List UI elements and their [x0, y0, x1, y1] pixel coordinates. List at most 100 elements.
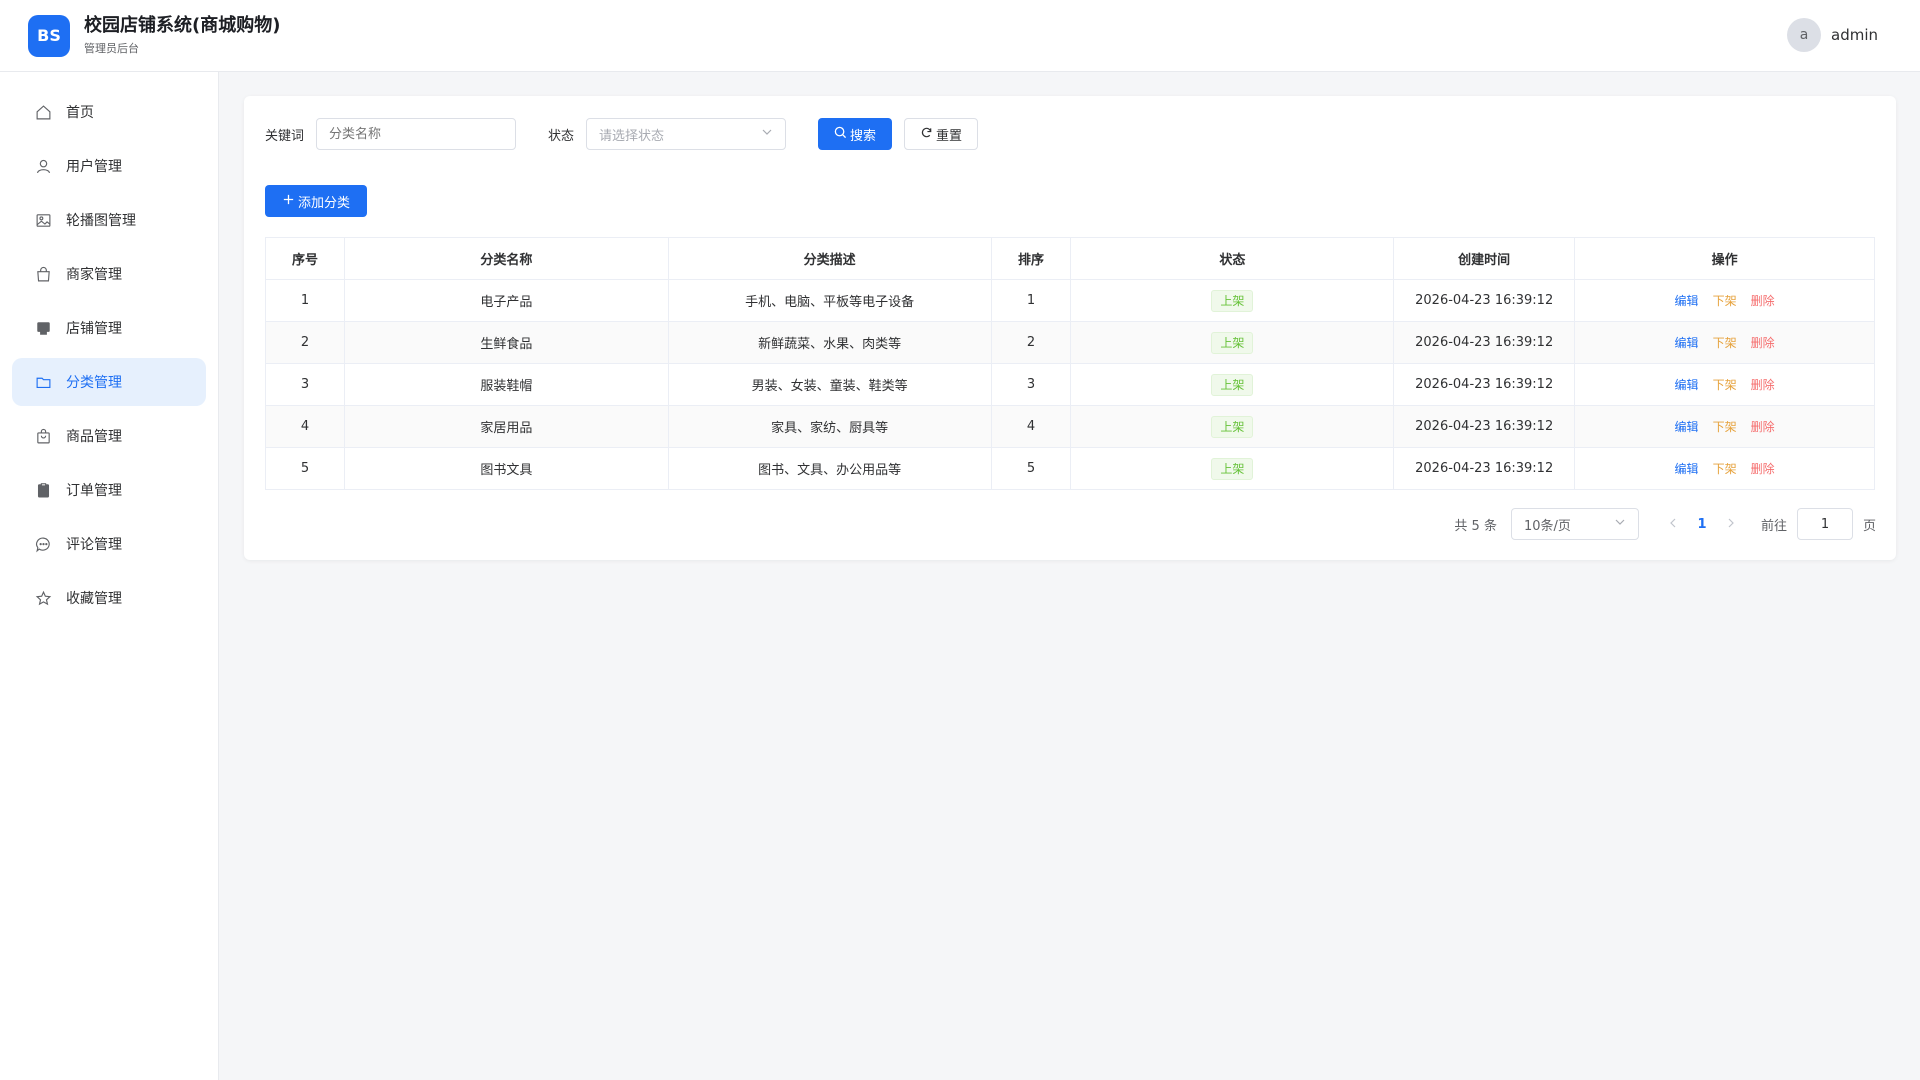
- sidebar-item-orders[interactable]: 订单管理: [12, 466, 206, 514]
- status-select[interactable]: 请选择状态: [586, 118, 787, 150]
- col-header: 分类描述: [668, 237, 992, 280]
- sidebar-item-categories[interactable]: 分类管理: [12, 358, 206, 406]
- prev-page-button[interactable]: [1661, 516, 1685, 532]
- status-badge: 上架: [1211, 457, 1254, 480]
- next-page-button[interactable]: [1719, 516, 1743, 532]
- unlist-link[interactable]: 下架: [1713, 420, 1737, 434]
- table-row: 5 图书文具 图书、文具、办公用品等 5 上架 2026-04-23 16:39…: [265, 447, 1875, 490]
- sidebar-item-label: 店铺管理: [66, 321, 122, 337]
- search-button[interactable]: 搜索: [818, 118, 893, 150]
- sidebar-item-home[interactable]: 首页: [12, 88, 206, 136]
- cell-name: 生鲜食品: [344, 321, 669, 364]
- cell-index: 1: [265, 279, 345, 322]
- app-logo: BS: [28, 14, 70, 57]
- cell-status: 上架: [1070, 405, 1395, 448]
- cell-created: 2026-04-23 16:39:12: [1393, 279, 1576, 322]
- user-icon: [34, 157, 52, 175]
- cell-index: 3: [265, 363, 345, 406]
- sidebar-item-goods[interactable]: 商品管理: [12, 412, 206, 460]
- delete-link[interactable]: 删除: [1751, 336, 1775, 350]
- delete-link[interactable]: 删除: [1751, 420, 1775, 434]
- sidebar-item-label: 分类管理: [66, 375, 122, 391]
- pagination: 共 5 条 10条/页 1 前往 1 页: [1454, 508, 1876, 540]
- edit-link[interactable]: 编辑: [1675, 420, 1699, 434]
- sidebar-item-favorites[interactable]: 收藏管理: [12, 574, 206, 622]
- cell-desc: 手机、电脑、平板等电子设备: [668, 279, 992, 322]
- sidebar-item-label: 用户管理: [66, 159, 122, 175]
- page-number-current[interactable]: 1: [1685, 517, 1719, 532]
- cell-actions: 编辑 下架 删除: [1574, 363, 1875, 406]
- cell-sort: 1: [991, 279, 1072, 322]
- page-size-select[interactable]: 10条/页: [1510, 508, 1639, 540]
- sidebar-item-label: 轮播图管理: [66, 213, 136, 229]
- goto-label: 前往: [1760, 518, 1787, 534]
- delete-link[interactable]: 删除: [1751, 294, 1775, 308]
- goto-page-input[interactable]: 1: [1796, 508, 1853, 540]
- avatar[interactable]: a: [1787, 18, 1821, 52]
- folder-icon: [34, 373, 52, 391]
- cell-name: 服装鞋帽: [344, 363, 669, 406]
- sidebar-item-merchants[interactable]: 商家管理: [12, 250, 206, 298]
- sidebar-item-label: 订单管理: [66, 483, 122, 499]
- edit-link[interactable]: 编辑: [1675, 294, 1699, 308]
- table-header-row: 序号 分类名称 分类描述 排序 状态 创建时间 操作: [265, 237, 1875, 280]
- cell-status: 上架: [1070, 363, 1395, 406]
- cell-sort: 3: [991, 363, 1072, 406]
- delete-link[interactable]: 删除: [1751, 378, 1775, 392]
- page-size-value: 10条/页: [1523, 518, 1571, 534]
- user-menu[interactable]: a admin: [1787, 18, 1878, 52]
- refresh-icon: [920, 126, 936, 143]
- goods-icon: [34, 427, 52, 445]
- keyword-input[interactable]: [316, 118, 517, 150]
- cell-desc: 新鲜蔬菜、水果、肉类等: [668, 321, 992, 364]
- total-count: 共 5 条: [1454, 518, 1497, 534]
- order-icon: [34, 481, 52, 499]
- sidebar-item-label: 商品管理: [66, 429, 122, 445]
- sidebar-item-comments[interactable]: 评论管理: [12, 520, 206, 568]
- sidebar-item-shops[interactable]: 店铺管理: [12, 304, 206, 352]
- keyword-label: 关键词: [265, 128, 305, 144]
- cell-desc: 图书、文具、办公用品等: [668, 447, 992, 490]
- edit-link[interactable]: 编辑: [1675, 336, 1699, 350]
- status-label: 状态: [548, 128, 575, 144]
- delete-link[interactable]: 删除: [1751, 462, 1775, 476]
- sidebar-item-label: 首页: [66, 105, 94, 121]
- cell-desc: 家具、家纺、厨具等: [668, 405, 992, 448]
- unlist-link[interactable]: 下架: [1713, 462, 1737, 476]
- page-suffix: 页: [1862, 518, 1876, 534]
- bag-icon: [34, 265, 52, 283]
- col-header: 创建时间: [1393, 237, 1576, 280]
- edit-link[interactable]: 编辑: [1675, 378, 1699, 392]
- reset-button-label: 重置: [936, 128, 963, 144]
- chevron-right-icon: [1728, 518, 1734, 528]
- add-category-button[interactable]: 添加分类: [265, 185, 367, 217]
- unlist-link[interactable]: 下架: [1713, 336, 1737, 350]
- home-icon: [34, 103, 52, 121]
- reset-button[interactable]: 重置: [904, 118, 979, 150]
- col-header: 分类名称: [344, 237, 669, 280]
- search-button-label: 搜索: [850, 128, 877, 144]
- cell-sort: 4: [991, 405, 1072, 448]
- cell-status: 上架: [1070, 279, 1395, 322]
- cell-actions: 编辑 下架 删除: [1574, 405, 1875, 448]
- search-icon: [834, 126, 850, 143]
- cell-status: 上架: [1070, 321, 1395, 364]
- cell-created: 2026-04-23 16:39:12: [1393, 405, 1576, 448]
- sidebar-item-banners[interactable]: 轮播图管理: [12, 196, 206, 244]
- image-icon: [34, 211, 52, 229]
- cell-created: 2026-04-23 16:39:12: [1393, 321, 1576, 364]
- add-category-label: 添加分类: [297, 195, 350, 211]
- col-header: 序号: [265, 237, 345, 280]
- filter-bar: 关键词 状态 请选择状态 搜索 重置: [265, 117, 979, 151]
- cell-index: 4: [265, 405, 345, 448]
- sidebar-item-label: 商家管理: [66, 267, 122, 283]
- cell-name: 家居用品: [344, 405, 669, 448]
- unlist-link[interactable]: 下架: [1713, 378, 1737, 392]
- cell-status: 上架: [1070, 447, 1395, 490]
- cell-actions: 编辑 下架 删除: [1574, 321, 1875, 364]
- app-title: 校园店铺系统(商城购物): [84, 15, 281, 36]
- username[interactable]: admin: [1831, 26, 1878, 44]
- sidebar-item-users[interactable]: 用户管理: [12, 142, 206, 190]
- unlist-link[interactable]: 下架: [1713, 294, 1737, 308]
- edit-link[interactable]: 编辑: [1675, 462, 1699, 476]
